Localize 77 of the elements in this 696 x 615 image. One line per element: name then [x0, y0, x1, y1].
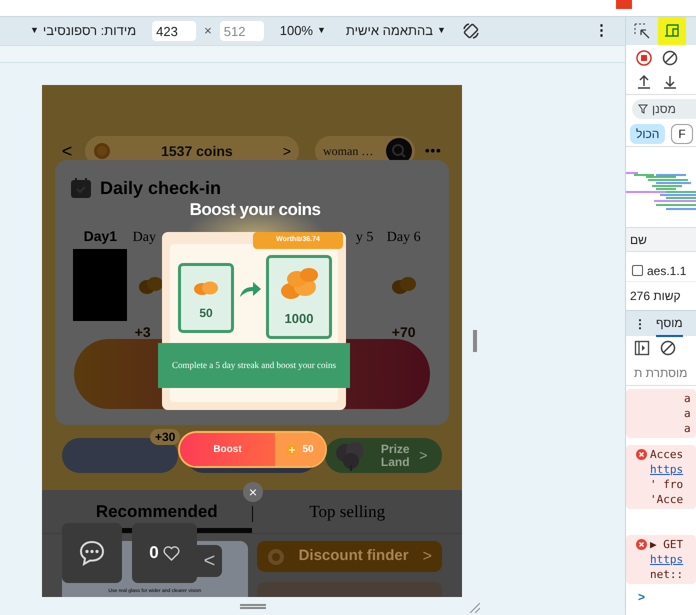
console-text: net::: [649, 567, 684, 582]
check-in-title: Daily check-in: [100, 176, 222, 200]
calendar-icon: [70, 177, 92, 199]
error-icon: [636, 539, 647, 550]
dimensions-dropdown[interactable]: ▼ מידות: רספונסיבי: [30, 21, 136, 41]
coins-balance: 1537 coins: [160, 142, 234, 160]
chevron-icon: >: [282, 140, 291, 162]
resize-handle[interactable]: [240, 604, 266, 609]
device-toggle-button[interactable]: [658, 17, 686, 45]
console-text[interactable]: https: [636, 462, 684, 477]
console-text: ' fro: [649, 477, 684, 492]
photo-placeholder: [73, 249, 128, 321]
filter-field[interactable]: מסנן: [632, 98, 696, 118]
likes-button[interactable]: 0: [132, 523, 197, 583]
more-options-button[interactable]: ⋮: [594, 20, 609, 42]
boost-cost: 50: [302, 443, 314, 457]
chat-icon: [78, 539, 106, 567]
coins-tile: 1000: [266, 255, 332, 339]
coins-icon: [390, 275, 417, 295]
coins-tile: 50: [178, 263, 234, 333]
console-text: a: [683, 406, 691, 421]
more-tabs-button[interactable]: ⋮: [634, 314, 646, 332]
request-summary: קשות 276: [630, 288, 681, 305]
request-name[interactable]: aes.1.1: [647, 262, 686, 280]
reward-amount: +70: [392, 324, 416, 340]
chevron-icon: >: [419, 445, 428, 466]
filter-icon: [638, 104, 648, 114]
coin-icon: [286, 444, 298, 456]
console-text: a: [683, 391, 691, 406]
heart-icon: [162, 546, 180, 560]
type-filter-chip[interactable]: F: [671, 124, 693, 144]
type-filter-chip[interactable]: הכול: [630, 124, 666, 144]
height-input[interactable]: 512: [220, 21, 264, 41]
coins-icon: [193, 280, 219, 296]
clear-icon[interactable]: [660, 340, 676, 356]
day-label: Day: [132, 230, 156, 245]
clear-icon[interactable]: [662, 50, 678, 66]
bonus-badge: +30: [150, 429, 180, 445]
download-icon[interactable]: [662, 74, 678, 90]
width-input[interactable]: 423: [152, 21, 196, 41]
coins-icon: [138, 275, 164, 295]
ribbon-message: Complete a 5 day streak and boost your coins: [172, 359, 336, 372]
reward-amount: +3: [134, 324, 151, 340]
day-label: Day 6: [386, 230, 421, 245]
console-text: Acces: [650, 447, 684, 462]
boost-button[interactable]: Boost 50: [180, 433, 325, 466]
radar-icon: [266, 548, 284, 566]
sidebar-icon[interactable]: [634, 340, 650, 356]
modal-title: Boost your coins: [188, 199, 322, 221]
discount-finder-button[interactable]: Discount finder >: [256, 541, 442, 572]
times-sign: ×: [204, 22, 212, 40]
upload-icon[interactable]: [636, 74, 652, 90]
chevron-icon: >: [422, 544, 432, 568]
resize-handle[interactable]: [473, 330, 477, 352]
error-icon: [636, 449, 647, 460]
throttling-dropdown[interactable]: בהתאמה אישית ▼: [346, 21, 446, 41]
column-header: שם: [630, 232, 647, 248]
inspect-icon[interactable]: [634, 23, 650, 39]
hidden-count: מוסתרת ת: [634, 364, 688, 382]
console-text: ▶ GET: [650, 537, 684, 552]
zoom-dropdown[interactable]: 100% ▼: [280, 21, 326, 41]
device-icon: [664, 24, 680, 38]
console-text: a: [683, 421, 691, 436]
console-prompt[interactable]: >: [626, 588, 696, 606]
search-query: woman …: [323, 143, 374, 160]
rotate-icon[interactable]: [462, 22, 480, 40]
day-label: Day1: [84, 228, 118, 244]
close-button[interactable]: ×: [243, 482, 263, 502]
day-label: y 5: [356, 230, 374, 245]
chat-button[interactable]: [62, 523, 122, 583]
drawer-tab[interactable]: מוסף: [656, 310, 683, 336]
back-button[interactable]: <: [197, 545, 222, 577]
console-text[interactable]: https: [636, 552, 684, 567]
coin-icon: [93, 142, 111, 160]
console-text: 'Acce: [649, 492, 684, 507]
checkbox[interactable]: [632, 265, 643, 276]
record-icon[interactable]: [636, 50, 652, 66]
